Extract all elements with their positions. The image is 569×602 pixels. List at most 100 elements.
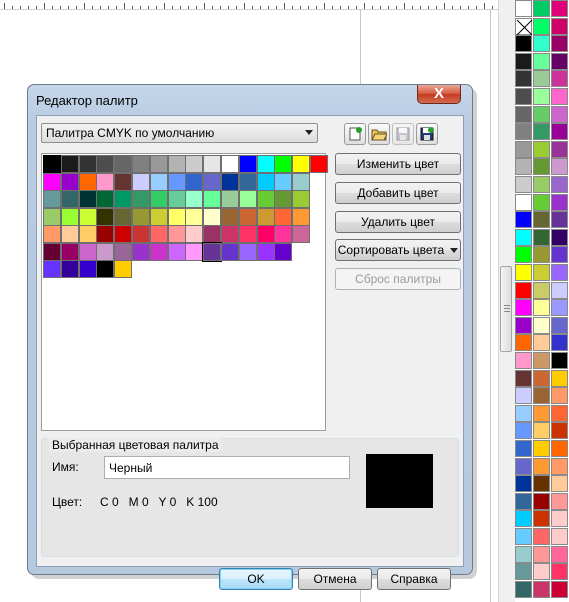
palette-swatch[interactable]: [96, 225, 115, 243]
palette-swatch[interactable]: [114, 172, 133, 191]
palette-swatch[interactable]: [185, 190, 204, 208]
docked-palette-swatch[interactable]: [515, 140, 532, 158]
docked-palette-swatch[interactable]: [515, 475, 532, 493]
palette-swatch[interactable]: [274, 190, 293, 208]
docked-palette-swatch[interactable]: [515, 563, 532, 581]
docked-palette-swatch[interactable]: [533, 299, 550, 317]
palette-swatch[interactable]: [238, 172, 257, 191]
new-palette-button[interactable]: [344, 123, 366, 145]
palette-swatch[interactable]: [96, 172, 115, 191]
help-button[interactable]: Справка: [377, 568, 451, 590]
docked-palette-swatch[interactable]: [551, 123, 568, 141]
palette-swatch[interactable]: [114, 155, 133, 173]
palette-swatch[interactable]: [238, 190, 257, 208]
docked-palette-swatch[interactable]: [533, 228, 550, 246]
palette-swatch[interactable]: [256, 207, 275, 226]
palette-swatch[interactable]: [132, 225, 150, 243]
palette-swatch[interactable]: [149, 225, 168, 243]
vertical-scrollbar[interactable]: [498, 0, 515, 602]
docked-palette-swatch[interactable]: [533, 528, 550, 545]
palette-swatch[interactable]: [78, 172, 97, 191]
palette-swatch[interactable]: [78, 225, 97, 243]
docked-palette-swatch[interactable]: [515, 88, 532, 105]
delete-color-button[interactable]: Удалить цвет: [335, 211, 461, 233]
palette-swatch[interactable]: [78, 242, 97, 261]
docked-palette-swatch[interactable]: [515, 193, 532, 211]
docked-palette-swatch[interactable]: [515, 510, 532, 528]
palette-swatch[interactable]: [132, 172, 150, 191]
docked-palette-swatch[interactable]: [515, 545, 532, 563]
palette-swatch[interactable]: [96, 155, 115, 173]
palette-swatch[interactable]: [221, 155, 239, 173]
docked-palette-swatch[interactable]: [551, 369, 568, 387]
palette-swatch[interactable]: [256, 242, 275, 261]
docked-palette-swatch[interactable]: [515, 299, 532, 317]
palette-swatch[interactable]: [274, 242, 293, 261]
no-color-swatch[interactable]: [515, 17, 533, 35]
docked-palette-swatch[interactable]: [515, 246, 532, 264]
palette-swatch[interactable]: [185, 172, 204, 191]
docked-palette-swatch[interactable]: [533, 88, 550, 105]
palette-swatch[interactable]: [43, 190, 61, 208]
docked-palette-swatch[interactable]: [515, 176, 532, 193]
palette-swatch[interactable]: [78, 260, 97, 278]
palette-swatch[interactable]: [221, 207, 239, 226]
palette-swatch[interactable]: [221, 190, 239, 208]
palette-swatch[interactable]: [292, 155, 311, 173]
palette-swatch[interactable]: [185, 207, 204, 226]
docked-palette-swatch[interactable]: [551, 176, 568, 193]
docked-palette-swatch[interactable]: [533, 123, 550, 141]
save-palette-button[interactable]: [392, 123, 414, 145]
docked-palette-swatch[interactable]: [515, 528, 532, 545]
docked-palette-swatch[interactable]: [551, 422, 568, 440]
docked-palette-swatch[interactable]: [551, 545, 568, 563]
palette-swatch[interactable]: [149, 207, 168, 226]
docked-palette-swatch[interactable]: [551, 563, 568, 581]
palette-swatch[interactable]: [167, 207, 186, 226]
docked-palette-swatch[interactable]: [551, 457, 568, 475]
palette-swatch[interactable]: [43, 172, 61, 191]
docked-palette-swatch[interactable]: [533, 0, 550, 17]
docked-palette-swatch[interactable]: [533, 545, 550, 563]
palette-swatch[interactable]: [43, 242, 61, 261]
docked-palette-swatch[interactable]: [551, 580, 568, 598]
docked-palette-swatch[interactable]: [533, 281, 550, 299]
docked-palette-swatch[interactable]: [551, 228, 568, 246]
docked-palette-swatch[interactable]: [551, 158, 568, 176]
docked-palette-swatch[interactable]: [551, 17, 568, 35]
docked-palette-swatch[interactable]: [551, 404, 568, 422]
palette-swatch[interactable]: [114, 260, 133, 278]
docked-palette-swatch[interactable]: [515, 440, 532, 457]
palette-swatch[interactable]: [114, 225, 133, 243]
docked-palette-swatch[interactable]: [533, 563, 550, 581]
docked-palette-swatch[interactable]: [515, 211, 532, 229]
palette-swatch[interactable]: [185, 155, 204, 173]
docked-palette-swatch[interactable]: [551, 70, 568, 88]
palette-swatch[interactable]: [238, 155, 257, 173]
palette-swatch[interactable]: [132, 207, 150, 226]
docked-palette-swatch[interactable]: [533, 52, 550, 70]
palette-swatch[interactable]: [96, 260, 115, 278]
add-color-button[interactable]: Добавить цвет: [335, 182, 461, 204]
palette-swatch[interactable]: [43, 225, 61, 243]
docked-palette-swatch[interactable]: [533, 457, 550, 475]
scrollbar-thumb[interactable]: [500, 266, 512, 352]
palette-swatch[interactable]: [43, 207, 61, 226]
palette-swatch[interactable]: [167, 190, 186, 208]
docked-palette-swatch[interactable]: [533, 580, 550, 598]
docked-palette-swatch[interactable]: [533, 334, 550, 352]
docked-palette-swatch[interactable]: [551, 35, 568, 53]
docked-palette-swatch[interactable]: [515, 352, 532, 369]
docked-palette-swatch[interactable]: [551, 0, 568, 17]
palette-swatch[interactable]: [132, 242, 150, 261]
docked-palette-swatch[interactable]: [533, 17, 550, 35]
palette-swatch[interactable]: [78, 155, 97, 173]
docked-palette-swatch[interactable]: [551, 475, 568, 493]
docked-palette-swatch[interactable]: [515, 70, 532, 88]
docked-palette-swatch[interactable]: [533, 387, 550, 405]
palette-swatch[interactable]: [221, 172, 239, 191]
palette-swatch[interactable]: [149, 155, 168, 173]
palette-swatch[interactable]: [256, 225, 275, 243]
palette-swatch[interactable]: [60, 172, 79, 191]
palette-swatch[interactable]: [274, 207, 293, 226]
